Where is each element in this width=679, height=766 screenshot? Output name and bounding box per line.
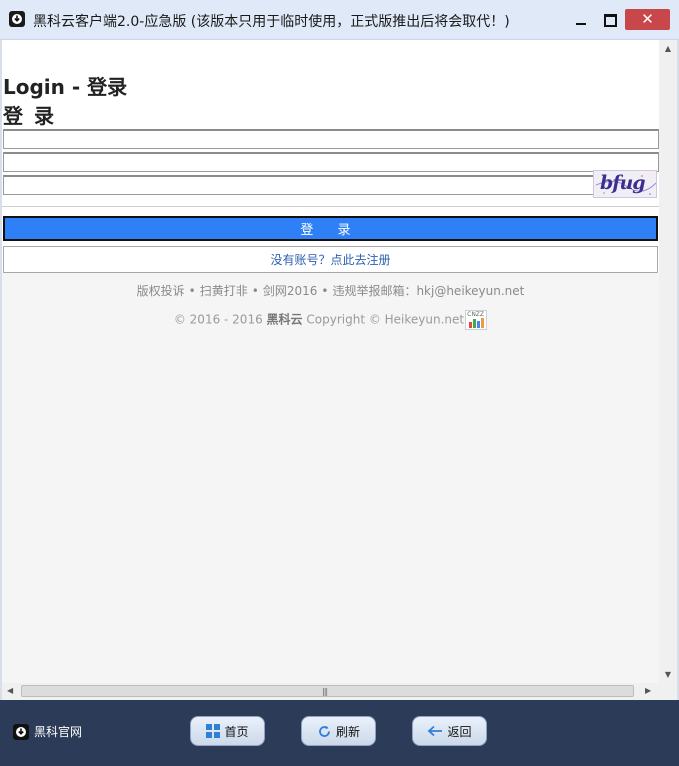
maximize-icon: [603, 13, 617, 27]
scrollbar-corner: [659, 683, 677, 700]
vertical-scrollbar[interactable]: ▲ ▼: [659, 40, 677, 683]
scroll-right-icon[interactable]: ▶: [645, 686, 651, 695]
copyright: © 2016 - 2016 黑科云 Copyright © Heikeyun.n…: [2, 310, 659, 330]
captcha-input[interactable]: [3, 175, 595, 195]
window-title: 黑科云客户端2.0-应急版 (该版本只用于临时使用，正式版推出后将会取代！): [33, 14, 510, 30]
home-button[interactable]: 首页: [190, 716, 265, 746]
register-link[interactable]: 没有账号？点此去注册: [270, 251, 390, 268]
copyright-years: © 2016 - 2016: [173, 312, 263, 327]
scroll-down-icon[interactable]: ▼: [659, 670, 677, 679]
browser-viewport: Login - 登录 登 录 bfug 登 录 没有账号？点此去注册 版权投诉 •…: [2, 40, 659, 683]
minimize-button[interactable]: [567, 10, 595, 30]
login-button[interactable]: 登 录: [3, 216, 658, 241]
copyright-brand: 黑科云: [266, 312, 303, 327]
bottom-toolbar: 黑科官网 首页 刷新 返回: [0, 700, 679, 766]
close-icon: ✕: [641, 10, 654, 28]
official-site-label: 黑科官网: [34, 725, 83, 739]
cnzz-stats-icon[interactable]: CNZZ: [465, 310, 488, 330]
captcha-text: bfug: [600, 172, 646, 194]
home-label: 首页: [224, 724, 249, 739]
maximize-button[interactable]: [596, 10, 624, 30]
footer-links: 版权投诉 • 扫黄打非 • 剑网2016 • 违规举报邮箱：hkj@heikeyun.net: [2, 282, 659, 299]
official-site-link[interactable]: 黑科官网: [13, 723, 82, 740]
scroll-up-icon[interactable]: ▲: [659, 44, 677, 53]
refresh-label: 刷新: [335, 724, 360, 739]
horizontal-scrollbar[interactable]: ◀ ||| ▶: [2, 683, 659, 700]
cnzz-label: CNZZ: [467, 311, 485, 318]
copyright-text: Copyright © Heikeyun.net: [306, 312, 465, 327]
back-arrow-icon: [427, 725, 443, 737]
brand-download-icon: [13, 723, 29, 740]
back-label: 返回: [447, 724, 472, 739]
window-titlebar[interactable]: 黑科云客户端2.0-应急版 (该版本只用于临时使用，正式版推出后将会取代！) ✕: [0, 0, 679, 40]
app-download-icon: [9, 11, 25, 27]
vertical-scroll-track[interactable]: [661, 58, 675, 672]
captcha-image[interactable]: bfug: [593, 170, 657, 198]
footer-separator: •: [251, 284, 259, 298]
close-button[interactable]: ✕: [625, 9, 670, 30]
footer-separator: •: [321, 284, 329, 298]
divider: [2, 206, 659, 207]
footer-separator: •: [188, 284, 196, 298]
horizontal-scroll-thumb[interactable]: |||: [21, 685, 634, 697]
register-row: 没有账号？点此去注册: [3, 246, 658, 273]
login-subtitle: 登 录: [3, 104, 56, 128]
footer-link-copyright-complaint[interactable]: 版权投诉: [137, 284, 185, 298]
home-grid-icon: [206, 724, 221, 738]
page-title: Login - 登录: [3, 75, 128, 99]
refresh-button[interactable]: 刷新: [301, 716, 376, 746]
footer-link-anti-porn[interactable]: 扫黄打非: [200, 284, 248, 298]
footer-link-jianwang[interactable]: 剑网2016: [263, 284, 318, 298]
back-button[interactable]: 返回: [412, 716, 487, 746]
password-input[interactable]: [3, 152, 659, 172]
minimize-icon: [576, 23, 586, 25]
username-input[interactable]: [3, 129, 659, 149]
refresh-icon: [317, 724, 332, 739]
scroll-left-icon[interactable]: ◀: [7, 686, 13, 695]
scroll-grip-icon: |||: [322, 687, 328, 696]
footer-report-email[interactable]: 违规举报邮箱：hkj@heikeyun.net: [332, 284, 524, 298]
